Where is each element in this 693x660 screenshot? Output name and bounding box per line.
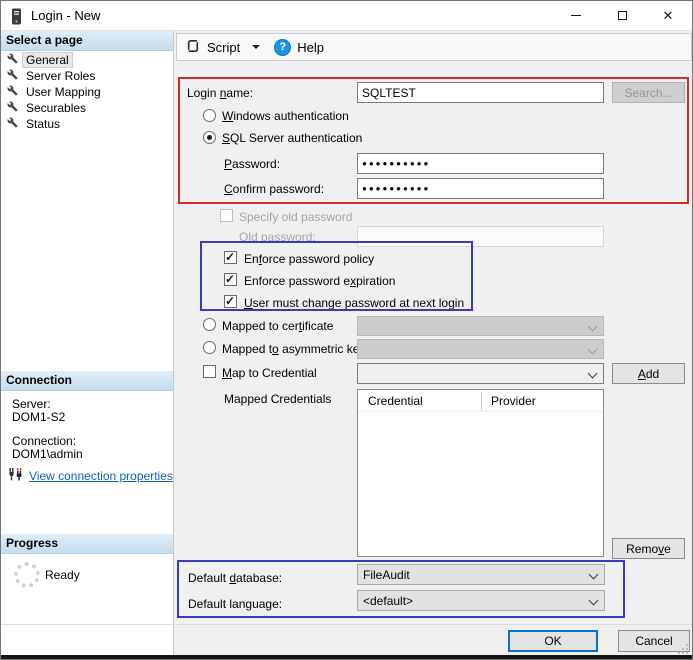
- table-header-provider[interactable]: Provider: [491, 394, 536, 408]
- connection-properties-icon: [7, 467, 24, 485]
- enforce-expiration-label: Enforce password expiration: [244, 274, 395, 288]
- resize-grip[interactable]: [679, 644, 688, 653]
- sidebar-item-label: Securables: [23, 101, 89, 115]
- windows-auth-label: Windows authentication: [222, 109, 349, 123]
- mapped-certificate-label: Mapped to certificate: [222, 319, 333, 333]
- password-label: Password:: [224, 157, 280, 171]
- progress-section-header: Progress: [1, 534, 173, 554]
- toolbar: Script ? Help: [176, 33, 692, 61]
- default-language-value: <default>: [363, 594, 413, 608]
- specify-old-password-checkbox: [220, 209, 233, 222]
- confirm-password-input[interactable]: [357, 178, 604, 199]
- wrench-icon: [7, 101, 18, 115]
- old-password-label: Old password:: [239, 230, 316, 244]
- wrench-icon: [7, 69, 18, 83]
- maximize-button[interactable]: [599, 1, 645, 30]
- help-icon: ?: [274, 39, 291, 56]
- chevron-down-icon: [588, 322, 598, 332]
- title-bar[interactable]: Login - New ✕: [1, 1, 692, 31]
- sidebar-item-server-roles[interactable]: Server Roles: [7, 68, 98, 84]
- server-label: Server:: [12, 397, 51, 411]
- login-name-input[interactable]: [357, 82, 604, 103]
- mapped-asymmetric-label: Mapped to asymmetric key: [222, 342, 365, 356]
- asymmetric-key-dropdown: [357, 339, 604, 359]
- connection-section-header: Connection: [1, 371, 173, 391]
- search-button: Search...: [612, 82, 685, 103]
- connection-label: Connection:: [12, 434, 76, 448]
- enforce-policy-label: Enforce password policy: [244, 252, 374, 266]
- chevron-down-icon: [588, 369, 598, 379]
- mapped-asymmetric-radio[interactable]: [203, 341, 216, 354]
- sidebar-item-label: User Mapping: [23, 85, 104, 99]
- maximize-icon: [618, 11, 627, 20]
- login-name-label: Login name:: [187, 86, 253, 100]
- footer-separator: [1, 624, 692, 625]
- chevron-down-icon: [589, 596, 599, 606]
- window-title: Login - New: [31, 8, 100, 23]
- view-connection-properties-link[interactable]: View connection properties: [29, 469, 173, 483]
- select-page-header: Select a page: [1, 31, 173, 51]
- sidebar-item-label: General: [23, 53, 72, 67]
- enforce-expiration-checkbox[interactable]: [224, 273, 237, 286]
- credentials-table[interactable]: Credential Provider: [357, 389, 604, 557]
- window-bottom-edge: [1, 655, 692, 659]
- sidebar: Select a page General Server Roles User …: [1, 31, 173, 655]
- server-login-icon: [11, 8, 23, 28]
- must-change-password-checkbox[interactable]: [224, 295, 237, 308]
- wrench-icon: [7, 53, 18, 67]
- sidebar-item-status[interactable]: Status: [7, 116, 63, 132]
- sql-auth-radio[interactable]: [203, 131, 216, 144]
- map-credential-label: Map to Credential: [222, 366, 317, 380]
- default-database-value: FileAudit: [363, 568, 410, 582]
- windows-auth-radio[interactable]: [203, 109, 216, 122]
- mapped-certificate-radio[interactable]: [203, 318, 216, 331]
- table-header-credential[interactable]: Credential: [368, 394, 423, 408]
- help-button[interactable]: Help: [297, 40, 324, 55]
- connection-value: DOM1\admin: [12, 447, 83, 461]
- default-language-label: Default language:: [188, 597, 282, 611]
- remove-button[interactable]: Remove: [612, 538, 685, 559]
- sidebar-item-user-mapping[interactable]: User Mapping: [7, 84, 104, 100]
- login-new-dialog: Login - New ✕ Select a page General Serv…: [0, 0, 693, 660]
- credentials-table-header: Credential Provider: [358, 390, 603, 412]
- certificate-dropdown: [357, 316, 604, 336]
- credential-dropdown[interactable]: [357, 363, 604, 384]
- close-icon: ✕: [663, 9, 674, 22]
- enforce-policy-checkbox[interactable]: [224, 251, 237, 264]
- minimize-button[interactable]: [553, 1, 599, 30]
- minimize-icon: [571, 15, 581, 16]
- default-database-dropdown[interactable]: FileAudit: [357, 564, 605, 585]
- wrench-icon: [7, 117, 18, 131]
- add-button[interactable]: Add: [612, 363, 685, 384]
- default-database-label: Default database:: [188, 571, 282, 585]
- server-value: DOM1-S2: [12, 410, 65, 424]
- progress-status: Ready: [45, 568, 80, 582]
- confirm-password-label: Confirm password:: [224, 182, 324, 196]
- map-credential-checkbox[interactable]: [203, 365, 216, 378]
- script-button[interactable]: Script: [207, 40, 240, 55]
- script-icon: [185, 38, 201, 57]
- chevron-down-icon: [589, 570, 599, 580]
- chevron-down-icon: [588, 345, 598, 355]
- mapped-credentials-label: Mapped Credentials: [224, 392, 331, 406]
- sidebar-item-securables[interactable]: Securables: [7, 100, 89, 116]
- default-language-dropdown[interactable]: <default>: [357, 590, 605, 611]
- script-dropdown-arrow-icon[interactable]: [252, 45, 260, 49]
- sidebar-item-general[interactable]: General: [7, 52, 72, 68]
- column-separator: [481, 392, 482, 410]
- progress-spinner-icon: [14, 562, 40, 588]
- ok-button[interactable]: OK: [508, 630, 598, 652]
- main-panel: Script ? Help Login name: Search... Wind…: [173, 31, 692, 655]
- close-button[interactable]: ✕: [645, 1, 691, 30]
- sidebar-item-label: Status: [23, 117, 63, 131]
- must-change-password-label: User must change password at next login: [244, 296, 464, 310]
- sql-auth-label: SQL Server authentication: [222, 131, 362, 145]
- view-connection-properties-row: View connection properties: [7, 467, 173, 485]
- wrench-icon: [7, 85, 18, 99]
- specify-old-password-label: Specify old password: [239, 210, 352, 224]
- password-input[interactable]: [357, 153, 604, 174]
- sidebar-item-label: Server Roles: [23, 69, 98, 83]
- old-password-input: [357, 226, 604, 247]
